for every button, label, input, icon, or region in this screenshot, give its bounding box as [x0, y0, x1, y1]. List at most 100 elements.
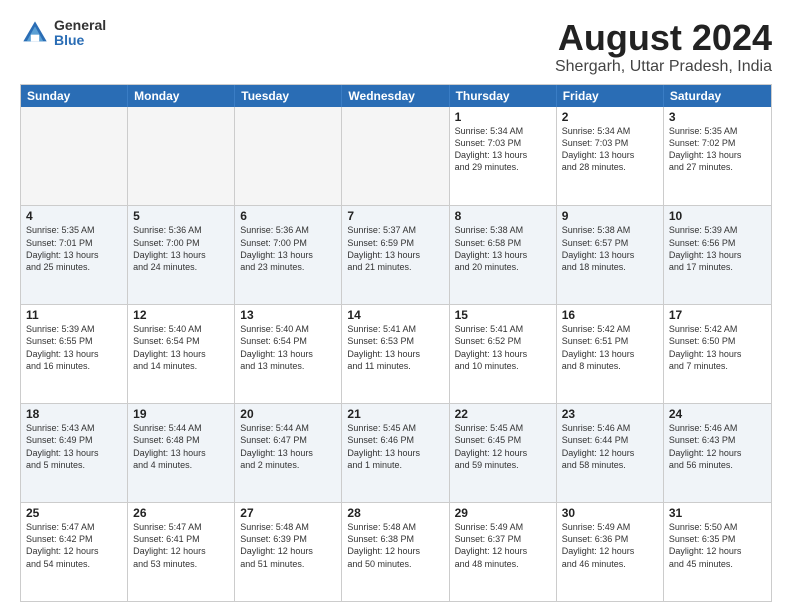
day-number: 18: [26, 407, 122, 421]
day-number: 26: [133, 506, 229, 520]
day-number: 1: [455, 110, 551, 124]
day-header-friday: Friday: [557, 85, 664, 107]
day-number: 27: [240, 506, 336, 520]
day-number: 22: [455, 407, 551, 421]
calendar-cell: 13Sunrise: 5:40 AMSunset: 6:54 PMDayligh…: [235, 305, 342, 403]
cell-info: Sunrise: 5:35 AMSunset: 7:01 PMDaylight:…: [26, 224, 122, 273]
day-number: 15: [455, 308, 551, 322]
cell-info: Sunrise: 5:36 AMSunset: 7:00 PMDaylight:…: [240, 224, 336, 273]
calendar-cell: 11Sunrise: 5:39 AMSunset: 6:55 PMDayligh…: [21, 305, 128, 403]
calendar-cell: 31Sunrise: 5:50 AMSunset: 6:35 PMDayligh…: [664, 503, 771, 601]
calendar: SundayMondayTuesdayWednesdayThursdayFrid…: [20, 84, 772, 602]
day-number: 9: [562, 209, 658, 223]
day-number: 16: [562, 308, 658, 322]
page: General Blue August 2024 Shergarh, Uttar…: [0, 0, 792, 612]
day-number: 3: [669, 110, 766, 124]
day-number: 2: [562, 110, 658, 124]
cell-info: Sunrise: 5:42 AMSunset: 6:50 PMDaylight:…: [669, 323, 766, 372]
day-number: 10: [669, 209, 766, 223]
calendar-cell: 25Sunrise: 5:47 AMSunset: 6:42 PMDayligh…: [21, 503, 128, 601]
calendar-cell: 19Sunrise: 5:44 AMSunset: 6:48 PMDayligh…: [128, 404, 235, 502]
calendar-cell: [128, 107, 235, 206]
day-header-wednesday: Wednesday: [342, 85, 449, 107]
day-number: 12: [133, 308, 229, 322]
day-number: 30: [562, 506, 658, 520]
cell-info: Sunrise: 5:46 AMSunset: 6:43 PMDaylight:…: [669, 422, 766, 471]
cell-info: Sunrise: 5:45 AMSunset: 6:45 PMDaylight:…: [455, 422, 551, 471]
calendar-header: SundayMondayTuesdayWednesdayThursdayFrid…: [21, 85, 771, 107]
cell-info: Sunrise: 5:34 AMSunset: 7:03 PMDaylight:…: [562, 125, 658, 174]
day-header-tuesday: Tuesday: [235, 85, 342, 107]
cell-info: Sunrise: 5:40 AMSunset: 6:54 PMDaylight:…: [133, 323, 229, 372]
calendar-cell: 9Sunrise: 5:38 AMSunset: 6:57 PMDaylight…: [557, 206, 664, 304]
calendar-cell: 3Sunrise: 5:35 AMSunset: 7:02 PMDaylight…: [664, 107, 771, 206]
day-number: 21: [347, 407, 443, 421]
calendar-cell: 21Sunrise: 5:45 AMSunset: 6:46 PMDayligh…: [342, 404, 449, 502]
cell-info: Sunrise: 5:37 AMSunset: 6:59 PMDaylight:…: [347, 224, 443, 273]
cell-info: Sunrise: 5:36 AMSunset: 7:00 PMDaylight:…: [133, 224, 229, 273]
day-number: 31: [669, 506, 766, 520]
calendar-cell: 18Sunrise: 5:43 AMSunset: 6:49 PMDayligh…: [21, 404, 128, 502]
day-number: 25: [26, 506, 122, 520]
calendar-cell: 15Sunrise: 5:41 AMSunset: 6:52 PMDayligh…: [450, 305, 557, 403]
day-number: 4: [26, 209, 122, 223]
calendar-cell: 4Sunrise: 5:35 AMSunset: 7:01 PMDaylight…: [21, 206, 128, 304]
cell-info: Sunrise: 5:38 AMSunset: 6:57 PMDaylight:…: [562, 224, 658, 273]
calendar-cell: 23Sunrise: 5:46 AMSunset: 6:44 PMDayligh…: [557, 404, 664, 502]
logo: General Blue: [20, 18, 106, 49]
calendar-row: 25Sunrise: 5:47 AMSunset: 6:42 PMDayligh…: [21, 502, 771, 601]
day-number: 7: [347, 209, 443, 223]
calendar-row: 4Sunrise: 5:35 AMSunset: 7:01 PMDaylight…: [21, 205, 771, 304]
day-number: 20: [240, 407, 336, 421]
calendar-cell: 1Sunrise: 5:34 AMSunset: 7:03 PMDaylight…: [450, 107, 557, 206]
day-number: 8: [455, 209, 551, 223]
calendar-cell: 30Sunrise: 5:49 AMSunset: 6:36 PMDayligh…: [557, 503, 664, 601]
cell-info: Sunrise: 5:49 AMSunset: 6:36 PMDaylight:…: [562, 521, 658, 570]
day-header-thursday: Thursday: [450, 85, 557, 107]
calendar-cell: 6Sunrise: 5:36 AMSunset: 7:00 PMDaylight…: [235, 206, 342, 304]
cell-info: Sunrise: 5:39 AMSunset: 6:55 PMDaylight:…: [26, 323, 122, 372]
cell-info: Sunrise: 5:50 AMSunset: 6:35 PMDaylight:…: [669, 521, 766, 570]
calendar-cell: 8Sunrise: 5:38 AMSunset: 6:58 PMDaylight…: [450, 206, 557, 304]
cell-info: Sunrise: 5:44 AMSunset: 6:47 PMDaylight:…: [240, 422, 336, 471]
cell-info: Sunrise: 5:45 AMSunset: 6:46 PMDaylight:…: [347, 422, 443, 471]
calendar-cell: [235, 107, 342, 206]
day-number: 17: [669, 308, 766, 322]
calendar-cell: 10Sunrise: 5:39 AMSunset: 6:56 PMDayligh…: [664, 206, 771, 304]
calendar-cell: 26Sunrise: 5:47 AMSunset: 6:41 PMDayligh…: [128, 503, 235, 601]
calendar-body: 1 Sunrise: 5:34 AMSunset: 7:03 PMDaylight…: [21, 107, 771, 601]
cell-info: Sunrise: 5:46 AMSunset: 6:44 PMDaylight:…: [562, 422, 658, 471]
day-number: 24: [669, 407, 766, 421]
cell-info: Sunrise: 5:41 AMSunset: 6:52 PMDaylight:…: [455, 323, 551, 372]
cell-info: Sunrise: 5:48 AMSunset: 6:38 PMDaylight:…: [347, 521, 443, 570]
logo-general: General: [54, 18, 106, 33]
calendar-row: 11Sunrise: 5:39 AMSunset: 6:55 PMDayligh…: [21, 304, 771, 403]
title-block: August 2024 Shergarh, Uttar Pradesh, Ind…: [555, 18, 772, 76]
day-number: 23: [562, 407, 658, 421]
calendar-cell: 12Sunrise: 5:40 AMSunset: 6:54 PMDayligh…: [128, 305, 235, 403]
calendar-cell: 29Sunrise: 5:49 AMSunset: 6:37 PMDayligh…: [450, 503, 557, 601]
day-number: 29: [455, 506, 551, 520]
cell-info: Sunrise: 5:39 AMSunset: 6:56 PMDaylight:…: [669, 224, 766, 273]
header: General Blue August 2024 Shergarh, Uttar…: [20, 18, 772, 76]
cell-info: Sunrise: 5:49 AMSunset: 6:37 PMDaylight:…: [455, 521, 551, 570]
logo-blue: Blue: [54, 33, 106, 48]
title-location: Shergarh, Uttar Pradesh, India: [555, 58, 772, 76]
title-month: August 2024: [555, 18, 772, 58]
day-number: 14: [347, 308, 443, 322]
calendar-cell: 22Sunrise: 5:45 AMSunset: 6:45 PMDayligh…: [450, 404, 557, 502]
calendar-cell: 2Sunrise: 5:34 AMSunset: 7:03 PMDaylight…: [557, 107, 664, 206]
cell-info: Sunrise: 5:48 AMSunset: 6:39 PMDaylight:…: [240, 521, 336, 570]
calendar-cell: 5Sunrise: 5:36 AMSunset: 7:00 PMDaylight…: [128, 206, 235, 304]
day-header-saturday: Saturday: [664, 85, 771, 107]
day-number: 19: [133, 407, 229, 421]
day-number: 11: [26, 308, 122, 322]
calendar-cell: 7Sunrise: 5:37 AMSunset: 6:59 PMDaylight…: [342, 206, 449, 304]
calendar-cell: 17Sunrise: 5:42 AMSunset: 6:50 PMDayligh…: [664, 305, 771, 403]
calendar-cell: 27Sunrise: 5:48 AMSunset: 6:39 PMDayligh…: [235, 503, 342, 601]
cell-info: Sunrise: 5:38 AMSunset: 6:58 PMDaylight:…: [455, 224, 551, 273]
cell-info: Sunrise: 5:40 AMSunset: 6:54 PMDaylight:…: [240, 323, 336, 372]
day-number: 13: [240, 308, 336, 322]
cell-info: Sunrise: 5:41 AMSunset: 6:53 PMDaylight:…: [347, 323, 443, 372]
calendar-cell: 16Sunrise: 5:42 AMSunset: 6:51 PMDayligh…: [557, 305, 664, 403]
